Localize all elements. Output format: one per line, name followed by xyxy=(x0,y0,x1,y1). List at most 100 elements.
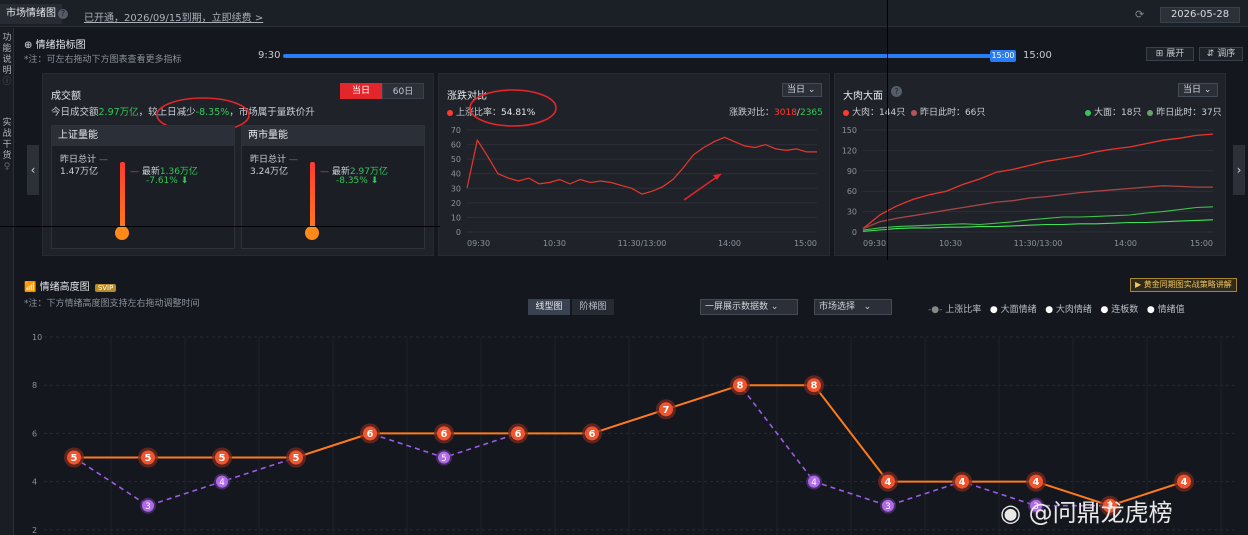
limit-up-point-label: 5 xyxy=(219,453,226,464)
timeline-end: 15:00 xyxy=(1023,50,1052,61)
watermark: ◉ @问鼎龙虎榜 xyxy=(1000,499,1173,527)
y-tick-label: 30 xyxy=(847,208,857,217)
y-tick-label: 8 xyxy=(32,381,37,390)
legend-big-loss[interactable]: ● 大面情绪 xyxy=(990,305,1037,315)
promo-button[interactable]: ▶ 黄金同期图实战策略讲解 xyxy=(1130,278,1237,292)
rise-ratio-chart[interactable]: 70 60 50 40 30 20 10 0 09:30 10:30 11:30/13:00 14:0… xyxy=(439,122,831,252)
height-header: 📶 情绪高度图 SVIP xyxy=(24,278,117,293)
series-line-0 xyxy=(862,133,1214,230)
x-tick-label: 11:30/13:00 xyxy=(618,239,667,248)
sh-volume-card: 上证量能 昨日总计 — 1.47万亿 — 最新1.36万亿 -7.61% ⬇ xyxy=(51,125,235,249)
legend-rise[interactable]: -●- 上涨比率 xyxy=(928,305,981,315)
limit-up-point-label: 6 xyxy=(367,429,374,440)
tab-line-chart[interactable]: 线型图 xyxy=(528,299,570,315)
indicator-header: ⊕ 情绪指标图 xyxy=(24,36,86,51)
height-legend: -●- 上涨比率 ● 大面情绪 ● 大肉情绪 ● 连板数 ● 情绪值 xyxy=(928,302,1185,315)
sidebar-item-feature[interactable]: 功 能 说 明 ⓘ xyxy=(2,33,12,88)
sh-latest-pct: -7.61% ⬇ xyxy=(146,176,189,186)
tab-60day[interactable]: 60日 xyxy=(382,83,424,99)
cursor-crosshair-v xyxy=(887,0,888,260)
indicator-note: *注：可左右拖动下方图表查看更多指标 xyxy=(24,55,182,65)
sentiment-point-label: 3 xyxy=(145,502,151,512)
chevron-down-icon: ⌄ xyxy=(863,302,872,312)
two-thermo-bulb xyxy=(305,226,319,240)
scroll-right-button[interactable]: › xyxy=(1233,145,1245,195)
sidebar-item-tips[interactable]: 实 战 干 货 ♀ xyxy=(2,118,12,173)
tab-market-sentiment[interactable]: 市场情绪图 xyxy=(0,4,62,24)
y-tick-label: 4 xyxy=(32,478,37,487)
cursor-crosshair-h xyxy=(0,226,440,227)
scroll-left-button[interactable]: ‹ xyxy=(27,145,39,195)
sentiment-point-label: 3 xyxy=(885,502,891,512)
y-tick-label: 6 xyxy=(32,429,37,438)
two-volume-title: 两市量能 xyxy=(242,126,424,146)
two-prev-value: 3.24万亿 xyxy=(250,167,289,177)
down-arrow-icon: ⬇ xyxy=(180,176,189,186)
refresh-icon[interactable]: ⟳ xyxy=(1135,8,1144,21)
expand-button[interactable]: ⊞ 展开 xyxy=(1146,47,1194,61)
y-tick-label: 60 xyxy=(847,187,857,196)
big-gain-loss-title: 大肉大面 xyxy=(843,91,883,102)
legend-sentiment[interactable]: ● 情绪值 xyxy=(1147,305,1185,315)
big-gain-legend: 大肉：144只 昨日此时：66只 xyxy=(843,105,985,118)
limit-up-point-label: 4 xyxy=(1181,477,1188,488)
legend-dot xyxy=(447,109,453,116)
two-latest-pct: -8.35% ⬇ xyxy=(336,176,379,186)
date-picker[interactable]: 2026-05-28 xyxy=(1160,7,1240,23)
sh-prev-value: 1.47万亿 xyxy=(60,167,99,177)
rise-fall-count: 涨跌对比：3018/2365 xyxy=(729,108,823,118)
sh-thermometer xyxy=(120,162,125,230)
sentiment-point-label: 4 xyxy=(811,478,817,488)
tab-step-chart[interactable]: 阶梯图 xyxy=(572,299,614,315)
y-tick-label: 60 xyxy=(451,141,461,150)
chevron-right-icon: › xyxy=(1236,163,1242,177)
limit-up-point-label: 6 xyxy=(515,429,522,440)
tab-today[interactable]: 当日 xyxy=(340,83,382,99)
help-icon[interactable]: ? xyxy=(891,86,902,97)
two-thermometer xyxy=(310,162,315,230)
timeline-handle[interactable]: 15:00 xyxy=(990,50,1016,62)
chevron-down-icon: ⌄ xyxy=(770,302,779,312)
big-gain-loss-panel: 大肉大面 ? 当日 ⌄ 大肉：144只 昨日此时：66只 大面：18只 昨日此时… xyxy=(834,73,1226,256)
rise-fall-dropdown[interactable]: 当日 ⌄ xyxy=(782,83,822,97)
legend-big-gain[interactable]: ● 大肉情绪 xyxy=(1045,305,1092,315)
turnover-panel: 成交额 当日 60日 今日成交额2.97万亿，较上日减少-8.35%，市场属于量… xyxy=(42,73,434,256)
display-count-dropdown[interactable]: 一屏展示数据数 ⌄ xyxy=(700,299,798,315)
svip-badge: SVIP xyxy=(94,284,117,292)
y-tick-label: 70 xyxy=(451,126,461,135)
limit-up-point-label: 8 xyxy=(737,381,744,392)
rise-fall-panel: 涨跌对比 当日 ⌄ 上涨比率：54.81% 涨跌对比：3018/2365 70 6… xyxy=(438,73,830,256)
sentiment-point-label: 4 xyxy=(219,478,225,488)
limit-up-point-label: 4 xyxy=(885,477,892,488)
chart-icon: 📶 xyxy=(24,282,37,293)
reorder-button[interactable]: ⇵ 调序 xyxy=(1199,47,1243,61)
two-market-volume-card: 两市量能 昨日总计 — 3.24万亿 — 最新2.97万亿 -8.35% ⬇ xyxy=(241,125,425,249)
y-tick-label: 30 xyxy=(451,184,461,193)
play-icon: ▶ xyxy=(1135,280,1142,289)
limit-up-point-label: 5 xyxy=(71,453,78,464)
y-tick-label: 2 xyxy=(32,526,37,535)
legend-limit-up[interactable]: ● 连板数 xyxy=(1101,305,1139,315)
y-tick-label: 50 xyxy=(451,155,461,164)
limit-up-point-label: 5 xyxy=(145,453,152,464)
limit-up-point-label: 6 xyxy=(589,429,596,440)
y-tick-label: 90 xyxy=(847,167,857,176)
y-tick-label: 150 xyxy=(842,126,857,135)
height-title: 情绪高度图 xyxy=(39,282,90,293)
x-tick-label: 14:00 xyxy=(1114,239,1137,248)
y-tick-label: 0 xyxy=(852,228,857,237)
limit-up-point-label: 7 xyxy=(663,405,670,416)
series-line-0 xyxy=(466,136,817,195)
timeline-slider[interactable] xyxy=(283,54,1013,58)
down-arrow-icon: ⬇ xyxy=(370,176,379,186)
x-tick-label: 09:30 xyxy=(863,239,886,248)
sh-thermo-bulb xyxy=(115,226,129,240)
big-gain-loss-dropdown[interactable]: 当日 ⌄ xyxy=(1178,83,1218,97)
market-select-dropdown[interactable]: 市场选择 ⌄ xyxy=(814,299,892,315)
big-gain-loss-chart[interactable]: 150 120 90 60 30 0 09:30 10:30 11:30/13:00 14:00 1… xyxy=(835,122,1227,252)
renew-link[interactable]: 已开通，2026/09/15到期，立即续费 > xyxy=(84,9,263,24)
x-tick-label: 10:30 xyxy=(939,239,962,248)
help-icon[interactable]: ? xyxy=(58,9,68,19)
x-tick-label: 15:00 xyxy=(1190,239,1213,248)
left-sidebar: 功 能 说 明 ⓘ 实 战 干 货 ♀ xyxy=(0,28,14,535)
